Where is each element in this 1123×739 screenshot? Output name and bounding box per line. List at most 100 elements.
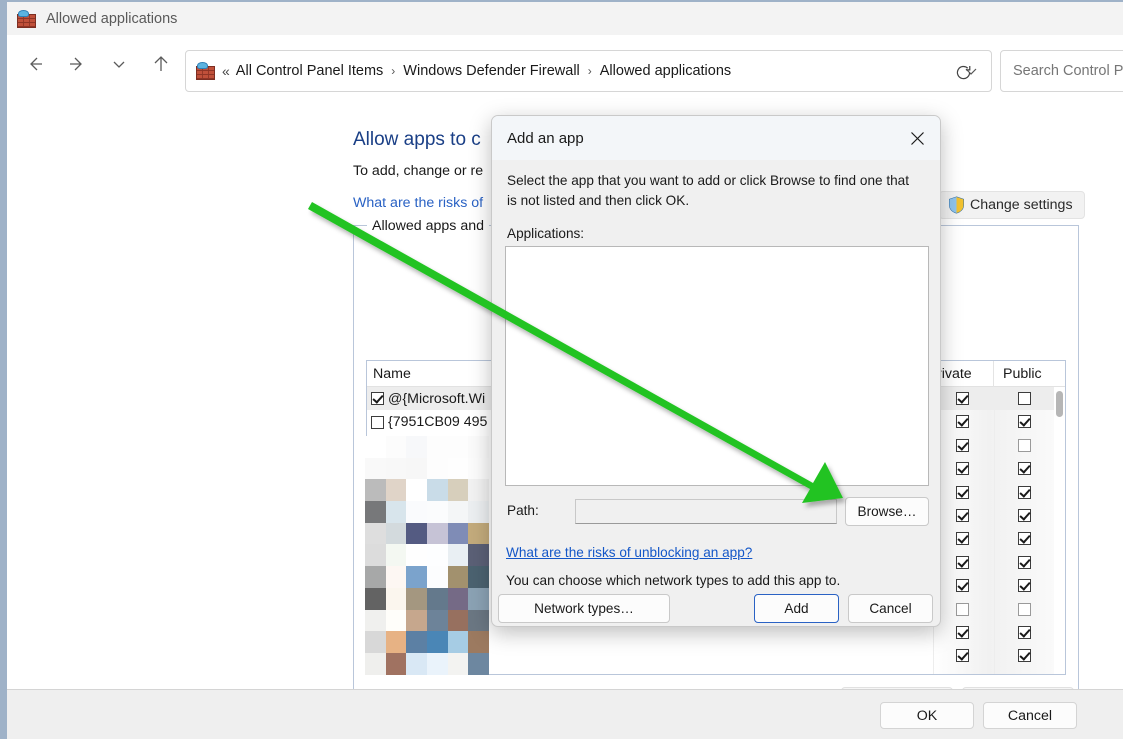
search-placeholder: Search Control Pan — [1013, 63, 1123, 79]
private-checkbox[interactable] — [956, 462, 969, 476]
risks-link[interactable]: What are the risks of — [353, 195, 483, 211]
add-an-app-dialog: Add an app Select the app that you want … — [491, 115, 941, 627]
applications-label: Applications: — [507, 226, 585, 241]
recent-locations-button[interactable] — [98, 44, 140, 84]
private-checkbox[interactable] — [956, 649, 969, 663]
censored-cell — [427, 631, 448, 653]
censored-row — [365, 587, 489, 610]
ok-button[interactable]: OK — [880, 702, 974, 729]
censored-row — [365, 566, 489, 588]
censored-cell — [385, 631, 407, 653]
column-header-private[interactable]: rivate — [933, 361, 994, 387]
private-checkbox[interactable] — [956, 508, 969, 522]
dialog-instructions: Select the app that you want to add or c… — [507, 173, 910, 208]
listview-scrollbar[interactable] — [1054, 387, 1065, 674]
censored-cell — [406, 479, 428, 502]
page-subtitle: To add, change or re — [353, 163, 484, 179]
censored-cell — [406, 587, 428, 610]
private-checkbox[interactable] — [956, 625, 969, 639]
censored-cell — [365, 522, 386, 545]
censored-cell — [447, 631, 469, 653]
refresh-icon[interactable] — [945, 57, 981, 87]
private-checkbox[interactable] — [956, 555, 969, 569]
censored-cell — [447, 501, 469, 523]
public-checkbox[interactable] — [1018, 602, 1031, 616]
public-checkbox[interactable] — [1018, 532, 1031, 546]
applications-listbox[interactable] — [505, 246, 929, 486]
breadcrumb[interactable]: « All Control Panel Items › Windows Defe… — [185, 50, 992, 92]
censored-cell — [427, 587, 448, 610]
add-button[interactable]: Add — [754, 594, 839, 623]
censored-cell — [468, 631, 489, 653]
censored-cell — [365, 587, 386, 610]
censored-cell — [427, 609, 448, 632]
public-checkbox[interactable] — [1018, 462, 1031, 476]
censored-cell — [365, 479, 386, 502]
breadcrumb-item-all-control-panel-items[interactable]: All Control Panel Items — [235, 61, 384, 81]
dialog-risks-link[interactable]: What are the risks of unblocking an app? — [506, 545, 752, 560]
censored-cell — [447, 457, 469, 480]
public-checkbox[interactable] — [1018, 392, 1031, 405]
path-input[interactable] — [575, 499, 837, 524]
firewall-brick-icon — [17, 9, 37, 28]
private-checkbox[interactable] — [956, 485, 969, 499]
public-checkbox[interactable] — [1018, 579, 1031, 593]
public-checkbox[interactable] — [1018, 555, 1031, 569]
firewall-brick-icon — [196, 62, 216, 80]
window-titlebar: Allowed applications — [7, 2, 1123, 35]
forward-button[interactable] — [56, 44, 98, 84]
row-enabled-checkbox[interactable] — [371, 415, 384, 429]
censored-cell — [447, 609, 469, 632]
public-checkbox[interactable] — [1018, 415, 1031, 429]
private-checkbox[interactable] — [956, 602, 969, 616]
network-types-button[interactable]: Network types… — [498, 594, 670, 623]
censored-row — [365, 479, 489, 502]
dialog-cancel-button[interactable]: Cancel — [848, 594, 933, 623]
censored-cell — [468, 501, 489, 523]
censored-cell — [468, 652, 489, 675]
shield-icon — [949, 196, 964, 214]
up-button[interactable] — [140, 44, 182, 84]
scrollbar-thumb[interactable] — [1056, 391, 1063, 417]
censored-cell — [406, 436, 428, 458]
breadcrumb-item-allowed-applications[interactable]: Allowed applications — [599, 61, 732, 81]
private-checkbox[interactable] — [956, 532, 969, 546]
change-settings-button[interactable]: Change settings — [939, 191, 1085, 219]
censored-cell — [468, 457, 489, 480]
censored-cell — [385, 501, 407, 523]
search-input[interactable]: Search Control Pan — [1000, 50, 1123, 92]
censored-row — [365, 457, 489, 480]
cancel-button[interactable]: Cancel — [983, 702, 1077, 729]
back-button[interactable] — [14, 44, 56, 84]
public-checkbox[interactable] — [1018, 649, 1031, 663]
censored-cell — [427, 501, 448, 523]
censored-cell — [468, 436, 489, 458]
browse-button[interactable]: Browse… — [845, 497, 929, 526]
dialog-footer: OK Cancel — [7, 689, 1123, 739]
censored-cell — [468, 544, 489, 567]
private-checkbox[interactable] — [956, 415, 969, 429]
censored-row — [365, 609, 489, 632]
censored-cell — [385, 457, 407, 480]
breadcrumb-item-windows-defender-firewall[interactable]: Windows Defender Firewall — [402, 61, 580, 81]
row-name-label: @{Microsoft.Wi — [388, 390, 486, 407]
private-checkbox[interactable] — [956, 579, 969, 593]
public-checkbox[interactable] — [1018, 438, 1031, 452]
censored-row — [365, 501, 489, 523]
censored-cell — [385, 609, 407, 632]
column-header-public[interactable]: Public — [994, 361, 1056, 387]
close-icon[interactable] — [894, 116, 940, 160]
breadcrumb-overflow-icon[interactable]: « — [222, 63, 230, 79]
censored-row — [365, 631, 489, 653]
row-enabled-checkbox[interactable] — [371, 392, 384, 406]
censored-cell — [406, 544, 428, 567]
private-checkbox[interactable] — [956, 392, 969, 405]
censored-cell — [385, 652, 407, 675]
public-checkbox[interactable] — [1018, 508, 1031, 522]
public-checkbox[interactable] — [1018, 625, 1031, 639]
censored-cell — [385, 544, 407, 567]
censored-cell — [427, 436, 448, 458]
allowed-apps-group-label: Allowed apps and — [367, 218, 490, 234]
private-checkbox[interactable] — [956, 438, 969, 452]
public-checkbox[interactable] — [1018, 485, 1031, 499]
